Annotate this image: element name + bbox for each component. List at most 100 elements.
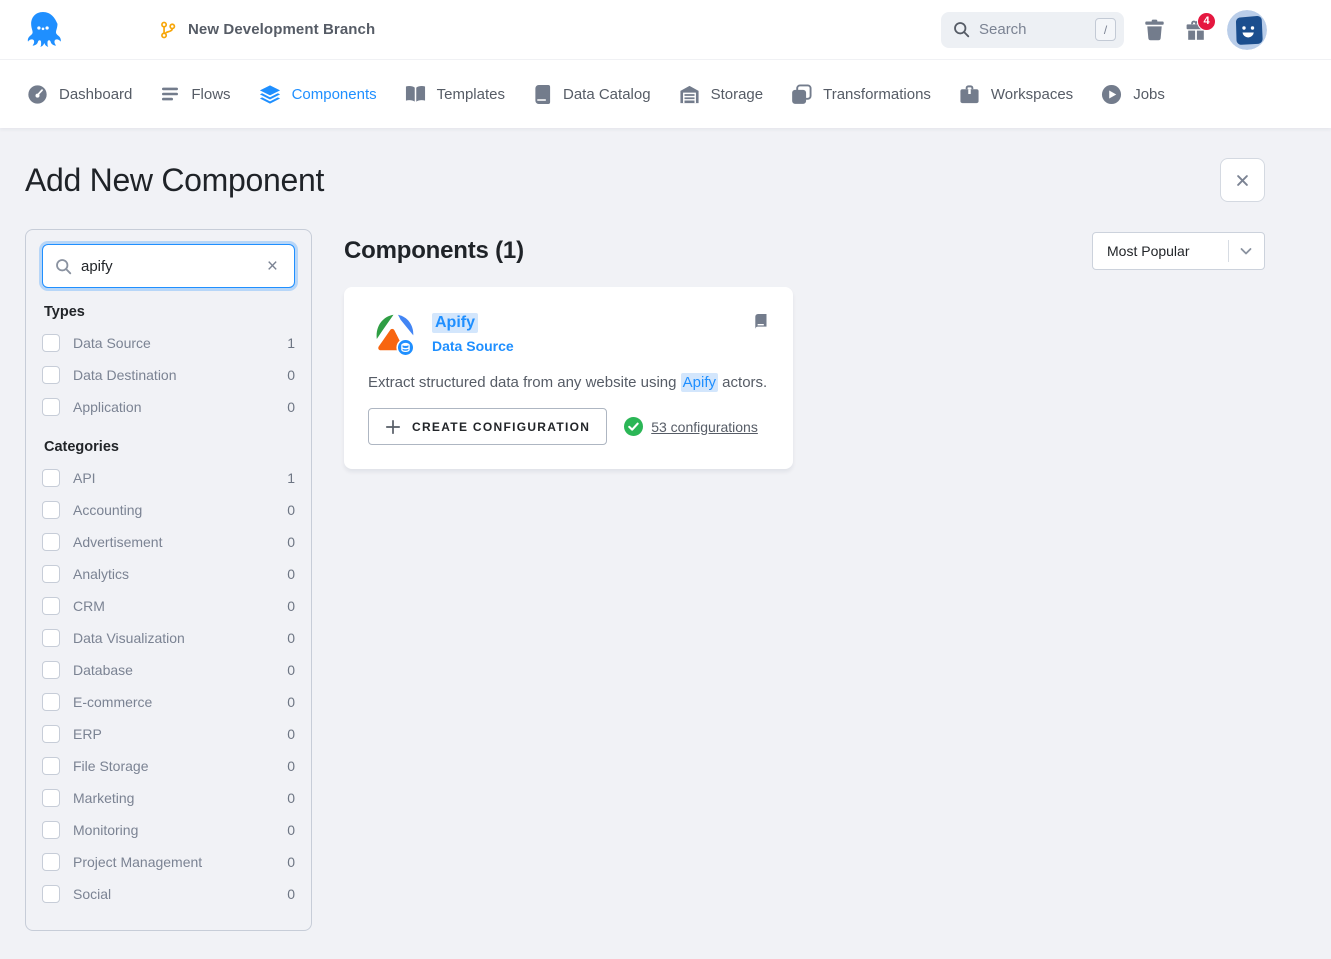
create-configuration-button[interactable]: CREATE CONFIGURATION	[368, 408, 607, 445]
stacked-squares-icon	[791, 84, 812, 105]
checkbox[interactable]	[42, 469, 60, 487]
filter-social[interactable]: Social 0	[42, 878, 295, 910]
component-search-input[interactable]	[81, 258, 263, 275]
trash-button[interactable]	[1144, 18, 1165, 41]
filter-label: CRM	[73, 598, 287, 614]
nav-flows[interactable]: Flows	[158, 78, 232, 110]
global-search[interactable]: Search /	[941, 12, 1124, 48]
filter-count: 0	[287, 630, 295, 646]
filter-label: Data Source	[73, 335, 287, 351]
component-search-box[interactable]: ×	[42, 244, 295, 288]
checkbox[interactable]	[42, 757, 60, 775]
filter-label: Social	[73, 886, 287, 902]
checkbox[interactable]	[42, 821, 60, 839]
nav-components[interactable]: Components	[257, 78, 379, 111]
nav-label: Storage	[711, 86, 764, 103]
search-icon	[953, 21, 970, 38]
configurations-link[interactable]: 53 configurations	[651, 419, 758, 435]
filter-label: Marketing	[73, 790, 287, 806]
nav-jobs[interactable]: Jobs	[1099, 78, 1167, 111]
briefcase-icon	[959, 84, 980, 105]
flows-lines-icon	[160, 84, 180, 104]
branch-selector[interactable]: New Development Branch	[159, 21, 375, 39]
filter-label: Application	[73, 399, 287, 415]
filter-count: 0	[287, 822, 295, 838]
filter-label: File Storage	[73, 758, 287, 774]
book-icon	[533, 84, 552, 105]
filter-count: 0	[287, 502, 295, 518]
sort-value: Most Popular	[1107, 243, 1228, 259]
nav-workspaces[interactable]: Workspaces	[957, 78, 1075, 111]
docs-book-icon	[753, 313, 769, 329]
checkbox[interactable]	[42, 334, 60, 352]
filter-data-destination[interactable]: Data Destination 0	[42, 359, 295, 391]
whats-new-button[interactable]: 4	[1185, 19, 1207, 41]
nav-label: Workspaces	[991, 86, 1073, 103]
nav-dashboard[interactable]: Dashboard	[25, 78, 134, 111]
checkbox[interactable]	[42, 661, 60, 679]
filter-data-source[interactable]: Data Source 1	[42, 327, 295, 359]
filter-file-storage[interactable]: File Storage 0	[42, 750, 295, 782]
checkbox[interactable]	[42, 789, 60, 807]
filter-data-visualization[interactable]: Data Visualization 0	[42, 622, 295, 654]
filter-advertisement[interactable]: Advertisement 0	[42, 526, 295, 558]
filter-monitoring[interactable]: Monitoring 0	[42, 814, 295, 846]
nav-transformations[interactable]: Transformations	[789, 78, 933, 111]
filter-ecommerce[interactable]: E-commerce 0	[42, 686, 295, 718]
filter-label: Accounting	[73, 502, 287, 518]
checkbox[interactable]	[42, 725, 60, 743]
checkbox[interactable]	[42, 693, 60, 711]
sort-dropdown[interactable]: Most Popular	[1092, 232, 1265, 270]
nav-label: Transformations	[823, 86, 931, 103]
checkbox[interactable]	[42, 398, 60, 416]
filter-marketing[interactable]: Marketing 0	[42, 782, 295, 814]
notification-badge: 4	[1197, 12, 1216, 31]
filter-erp[interactable]: ERP 0	[42, 718, 295, 750]
filter-count: 0	[287, 758, 295, 774]
main-navigation: Dashboard Flows Components Templates Dat…	[0, 60, 1331, 128]
checkbox[interactable]	[42, 533, 60, 551]
results-area: Components (1) Most Popular	[344, 229, 1265, 469]
component-type-link[interactable]: Data Source	[432, 338, 514, 354]
filter-label: Analytics	[73, 566, 287, 582]
documentation-button[interactable]	[753, 313, 769, 357]
filter-application[interactable]: Application 0	[42, 391, 295, 423]
checkbox[interactable]	[42, 366, 60, 384]
checkbox[interactable]	[42, 597, 60, 615]
checkbox[interactable]	[42, 885, 60, 903]
keboola-octopus-logo[interactable]	[25, 9, 61, 51]
types-section-title: Types	[44, 304, 295, 320]
categories-section-title: Categories	[44, 439, 295, 455]
avatar-icon	[1227, 10, 1267, 50]
clear-search-icon[interactable]: ×	[263, 255, 282, 278]
octopus-icon	[25, 10, 61, 50]
filter-count: 0	[287, 399, 295, 415]
git-branch-icon	[159, 21, 177, 39]
close-button[interactable]	[1220, 158, 1265, 202]
open-book-icon	[405, 84, 426, 104]
user-avatar[interactable]	[1227, 10, 1267, 50]
nav-storage[interactable]: Storage	[677, 78, 766, 111]
filter-count: 1	[287, 335, 295, 351]
filter-analytics[interactable]: Analytics 0	[42, 558, 295, 590]
component-name[interactable]: Apify	[432, 313, 478, 333]
nav-data-catalog[interactable]: Data Catalog	[531, 78, 653, 111]
checkbox[interactable]	[42, 853, 60, 871]
nav-templates[interactable]: Templates	[403, 78, 507, 110]
apify-logo	[368, 309, 416, 357]
filter-api[interactable]: API 1	[42, 462, 295, 494]
page-content: Add New Component × Types Data Source 1	[0, 128, 1331, 931]
filter-count: 0	[287, 886, 295, 902]
filter-project-management[interactable]: Project Management 0	[42, 846, 295, 878]
checkbox[interactable]	[42, 501, 60, 519]
filter-database[interactable]: Database 0	[42, 654, 295, 686]
filter-label: Data Visualization	[73, 630, 287, 646]
filter-count: 1	[287, 470, 295, 486]
filter-crm[interactable]: CRM 0	[42, 590, 295, 622]
checkbox[interactable]	[42, 629, 60, 647]
checkbox[interactable]	[42, 565, 60, 583]
filter-count: 0	[287, 598, 295, 614]
filter-label: E-commerce	[73, 694, 287, 710]
trash-icon	[1144, 18, 1165, 41]
filter-accounting[interactable]: Accounting 0	[42, 494, 295, 526]
